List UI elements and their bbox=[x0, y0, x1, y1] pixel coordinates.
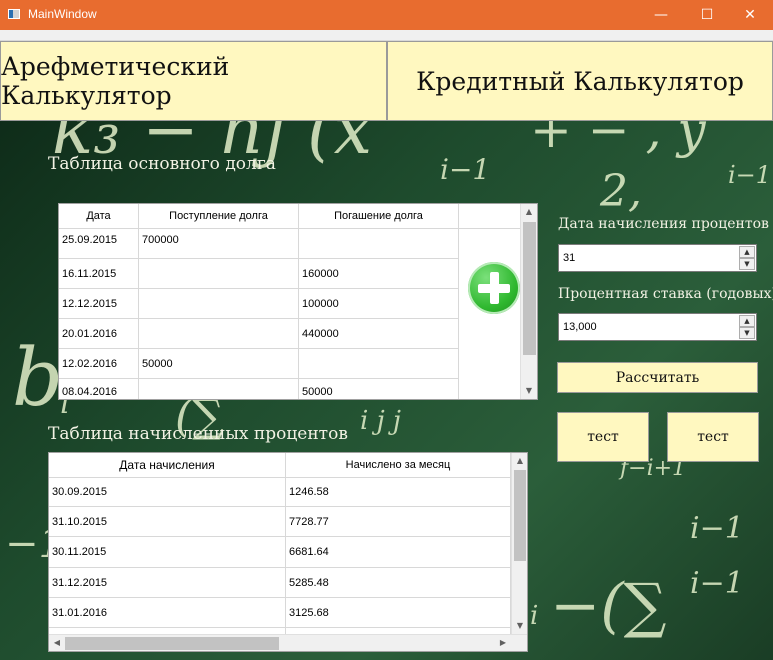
bg-formula: i−1 bbox=[440, 153, 491, 186]
table-cell[interactable]: 16.11.2015 bbox=[59, 259, 139, 289]
table-cell[interactable]: 100000 bbox=[299, 289, 459, 319]
bg-formula: i−1 bbox=[728, 161, 772, 189]
accrual-day-spinbox[interactable]: 31 ▲ ▼ bbox=[558, 244, 757, 272]
table-cell[interactable] bbox=[139, 379, 299, 399]
debt-table-vertical-scrollbar[interactable]: ▲ ▼ bbox=[520, 204, 537, 399]
accrual-day-value[interactable]: 31 bbox=[563, 245, 575, 271]
scroll-thumb[interactable] bbox=[514, 470, 526, 561]
test-button-1[interactable]: тест bbox=[557, 412, 649, 462]
interest-table[interactable]: Дата начисления Начислено за месяц 30.09… bbox=[48, 452, 528, 652]
table-cell[interactable]: 20.01.2016 bbox=[59, 319, 139, 349]
interest-rate-spinbox[interactable]: 13,000 ▲ ▼ bbox=[558, 313, 757, 341]
spin-up-arrow-icon[interactable]: ▲ bbox=[739, 246, 755, 258]
test-button-2[interactable]: тест bbox=[667, 412, 759, 462]
table-cell[interactable]: 30.11.2015 bbox=[49, 537, 286, 568]
table-cell[interactable]: 31.12.2015 bbox=[49, 568, 286, 598]
accrual-day-label: Дата начисления процентов bbox=[558, 216, 769, 232]
table-cell[interactable]: 31.10.2015 bbox=[49, 507, 286, 537]
table-cell[interactable] bbox=[139, 259, 299, 289]
interest-table-header: Дата начисления Начислено за месяц bbox=[49, 453, 511, 478]
interest-rate-label: Процентная ставка (годовых) bbox=[558, 286, 773, 302]
close-button[interactable]: ✕ bbox=[727, 0, 773, 30]
table-cell[interactable]: 50000 bbox=[299, 379, 459, 399]
table-cell[interactable]: 7728.77 bbox=[286, 507, 511, 537]
scroll-thumb[interactable] bbox=[523, 222, 536, 355]
bg-formula: i bbox=[530, 601, 539, 631]
table-cell[interactable]: 31.01.2016 bbox=[49, 598, 286, 628]
table-cell[interactable]: 3125.68 bbox=[286, 598, 511, 628]
table-cell[interactable]: 12.12.2015 bbox=[59, 289, 139, 319]
maximize-button[interactable]: ☐ bbox=[684, 0, 730, 30]
spin-down-arrow-icon[interactable]: ▼ bbox=[739, 327, 755, 339]
debt-table-title: Таблица основного долга bbox=[48, 154, 276, 174]
calculate-button[interactable]: Рассчитать bbox=[557, 362, 758, 393]
table-cell[interactable]: 08.04.2016 bbox=[59, 379, 139, 399]
add-row-plus-icon[interactable] bbox=[468, 262, 520, 314]
table-cell[interactable]: 1246.58 bbox=[286, 478, 511, 507]
bg-formula: i−1 bbox=[690, 566, 744, 601]
interest-rate-value[interactable]: 13,000 bbox=[563, 314, 597, 340]
bg-formula: 2, bbox=[600, 166, 642, 217]
scroll-right-arrow-icon[interactable]: ▶ bbox=[496, 636, 510, 650]
tab-arithmetic-calculator[interactable]: Арефметический Калькулятор bbox=[0, 41, 387, 121]
debt-table-header: Дата Поступление долга Погашение долга bbox=[59, 204, 520, 229]
table-cell[interactable]: 30.09.2015 bbox=[49, 478, 286, 507]
scroll-down-arrow-icon[interactable]: ▼ bbox=[513, 619, 527, 633]
bg-formula: i j j bbox=[360, 406, 401, 436]
column-header-debt-in[interactable]: Поступление долга bbox=[139, 204, 299, 228]
column-header-debt-out[interactable]: Погашение долга bbox=[299, 204, 459, 228]
table-cell[interactable] bbox=[299, 349, 459, 379]
table-cell[interactable] bbox=[139, 319, 299, 349]
table-cell[interactable]: 12.02.2016 bbox=[59, 349, 139, 379]
table-cell[interactable]: 25.09.2015 bbox=[59, 229, 139, 259]
bg-formula: i−1 bbox=[690, 511, 744, 546]
column-header-accrual-date[interactable]: Дата начисления bbox=[49, 453, 286, 477]
table-cell[interactable]: 440000 bbox=[299, 319, 459, 349]
bg-formula: b bbox=[12, 331, 64, 424]
table-cell[interactable]: 700000 bbox=[139, 229, 299, 259]
spin-down-arrow-icon[interactable]: ▼ bbox=[739, 258, 755, 270]
column-header-monthly-accrued[interactable]: Начислено за месяц bbox=[286, 453, 511, 477]
scroll-up-arrow-icon[interactable]: ▲ bbox=[513, 454, 527, 468]
interest-table-title: Таблица начисленных процентов bbox=[48, 424, 348, 444]
table-cell[interactable]: 5285.48 bbox=[286, 568, 511, 598]
scroll-left-arrow-icon[interactable]: ◀ bbox=[50, 636, 64, 650]
table-cell[interactable] bbox=[299, 229, 459, 259]
scroll-up-arrow-icon[interactable]: ▲ bbox=[522, 205, 536, 219]
app-icon bbox=[8, 9, 20, 19]
tab-credit-calculator[interactable]: Кредитный Калькулятор bbox=[387, 41, 773, 121]
table-cell[interactable]: 50000 bbox=[139, 349, 299, 379]
window-title: MainWindow bbox=[28, 7, 97, 21]
interest-table-vertical-scrollbar[interactable]: ▲ ▼ bbox=[511, 453, 527, 634]
menu-strip bbox=[0, 30, 773, 41]
spin-up-arrow-icon[interactable]: ▲ bbox=[739, 315, 755, 327]
title-bar: MainWindow — ☐ ✕ bbox=[0, 0, 773, 30]
scroll-down-arrow-icon[interactable]: ▼ bbox=[522, 384, 536, 398]
table-cell[interactable] bbox=[139, 289, 299, 319]
minimize-button[interactable]: — bbox=[638, 0, 684, 30]
scroll-thumb[interactable] bbox=[65, 637, 279, 650]
bg-formula: −(∑ bbox=[550, 571, 667, 641]
debt-table[interactable]: Дата Поступление долга Погашение долга 2… bbox=[58, 203, 538, 400]
interest-table-horizontal-scrollbar[interactable]: ◀ ▶ bbox=[49, 634, 527, 651]
table-cell[interactable]: 160000 bbox=[299, 259, 459, 289]
table-cell[interactable]: 6681.64 bbox=[286, 537, 511, 568]
column-header-date[interactable]: Дата bbox=[59, 204, 139, 228]
